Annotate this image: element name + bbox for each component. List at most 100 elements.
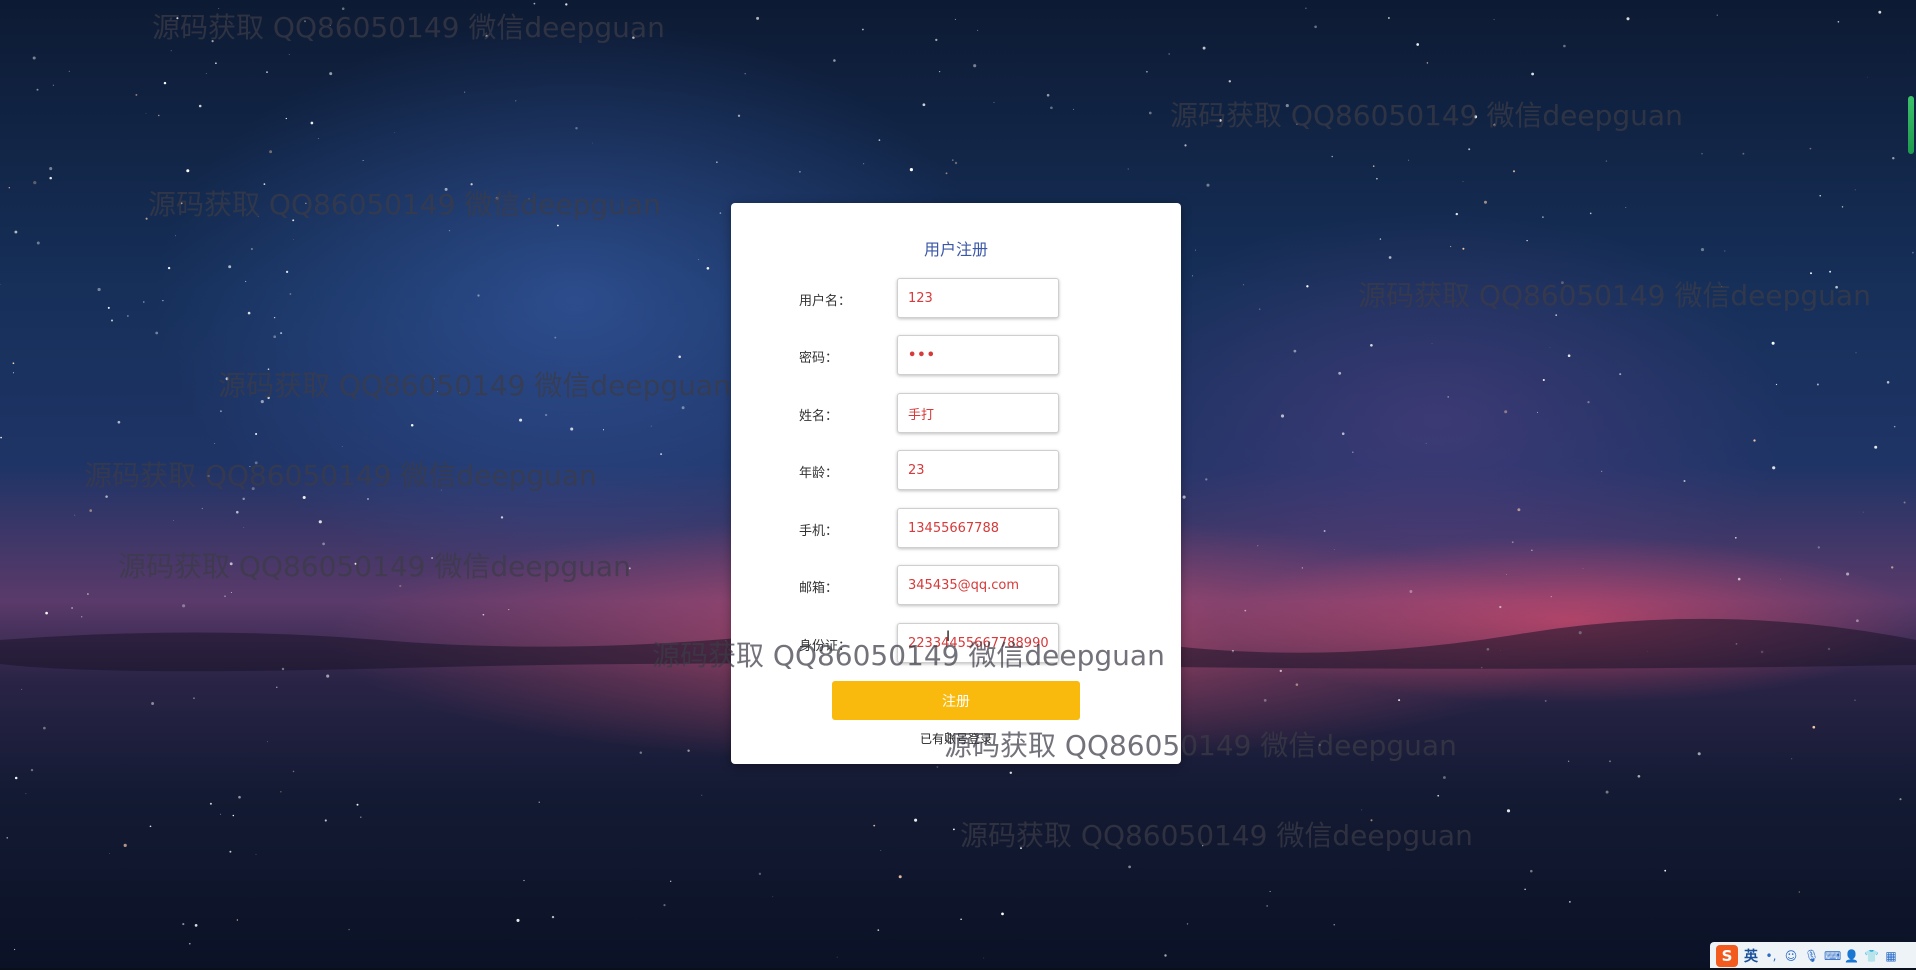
star (628, 567, 631, 570)
star (1854, 699, 1856, 701)
star (25, 793, 27, 795)
scrollbar[interactable] (1908, 96, 1914, 154)
emoji-icon[interactable]: ☺ (1784, 949, 1798, 963)
star (1001, 912, 1004, 916)
username-row: 用户名： (731, 278, 1181, 320)
star (1563, 44, 1566, 48)
star (1186, 923, 1189, 925)
shirt-icon[interactable]: 👕 (1864, 949, 1879, 963)
star (52, 84, 55, 86)
star (1512, 170, 1516, 173)
star (544, 413, 548, 417)
star (209, 802, 212, 805)
star (341, 446, 343, 447)
microphone-icon[interactable]: 🎙 (1804, 949, 1819, 963)
star (21, 688, 23, 690)
star (30, 768, 34, 772)
star (1683, 480, 1686, 482)
star (1867, 76, 1868, 78)
phone-input[interactable] (897, 508, 1059, 548)
star (1370, 819, 1373, 822)
star (280, 332, 283, 335)
phone-label: 手机： (799, 524, 839, 539)
star (1549, 347, 1551, 348)
star (878, 139, 881, 141)
password-input[interactable] (897, 335, 1059, 375)
idcard-input[interactable] (897, 623, 1059, 663)
star (678, 355, 681, 359)
star (71, 607, 74, 609)
user-icon[interactable]: 👤 (1844, 949, 1859, 963)
age-input[interactable] (897, 450, 1059, 490)
star (758, 872, 762, 876)
email-row: 邮箱： (731, 565, 1181, 607)
star (410, 424, 414, 427)
star (836, 956, 838, 958)
star (1473, 115, 1478, 119)
star (123, 843, 127, 848)
star (1361, 809, 1363, 811)
star (89, 509, 93, 512)
star (556, 224, 559, 227)
star (1542, 378, 1545, 382)
login-link[interactable]: 已有账号登录 (731, 730, 1181, 747)
star (305, 202, 307, 204)
star (1009, 771, 1013, 775)
star (267, 396, 270, 400)
star (12, 362, 15, 365)
star (485, 34, 489, 38)
star (862, 28, 864, 31)
star (158, 114, 160, 117)
star (973, 64, 977, 68)
star (1504, 410, 1508, 414)
star (74, 514, 76, 516)
name-input[interactable] (897, 393, 1059, 433)
star (1073, 108, 1075, 110)
username-input[interactable] (897, 278, 1059, 318)
star (1724, 250, 1726, 252)
email-label: 邮箱： (799, 581, 839, 596)
password-label: 密码： (799, 351, 839, 366)
star (1318, 744, 1321, 746)
star (151, 702, 155, 705)
star (977, 29, 979, 31)
star (935, 38, 938, 42)
star (1809, 147, 1812, 150)
star (1219, 119, 1222, 122)
star (515, 100, 517, 102)
star (1146, 70, 1148, 73)
sogou-logo-icon[interactable]: S (1716, 945, 1738, 967)
star (470, 183, 473, 186)
star (0, 284, 1, 285)
star (444, 187, 448, 191)
register-button[interactable]: 注册 (832, 681, 1080, 720)
star (251, 487, 255, 491)
star (1338, 371, 1342, 375)
star (36, 88, 39, 91)
star (1816, 383, 1819, 386)
star (1128, 865, 1131, 869)
star (211, 40, 214, 43)
star (43, 726, 46, 730)
star (1587, 400, 1590, 404)
star (1697, 752, 1701, 756)
email-input[interactable] (897, 565, 1059, 605)
star (110, 319, 114, 322)
keyboard-icon[interactable]: ⌨ (1824, 949, 1841, 963)
ime-mode-toggle[interactable]: 英 (1744, 946, 1758, 966)
star (495, 196, 499, 200)
age-label: 年龄： (799, 466, 839, 481)
punctuation-icon[interactable]: •, (1764, 949, 1778, 963)
star (318, 520, 322, 524)
star (1293, 349, 1297, 353)
grid-icon[interactable]: ▦ (1884, 949, 1898, 963)
star (207, 474, 210, 478)
star (263, 183, 266, 185)
star (1517, 508, 1521, 512)
star (1206, 183, 1210, 187)
star (292, 239, 294, 240)
star (1589, 212, 1592, 215)
star (697, 259, 699, 260)
star (45, 611, 48, 615)
star (1341, 432, 1345, 435)
